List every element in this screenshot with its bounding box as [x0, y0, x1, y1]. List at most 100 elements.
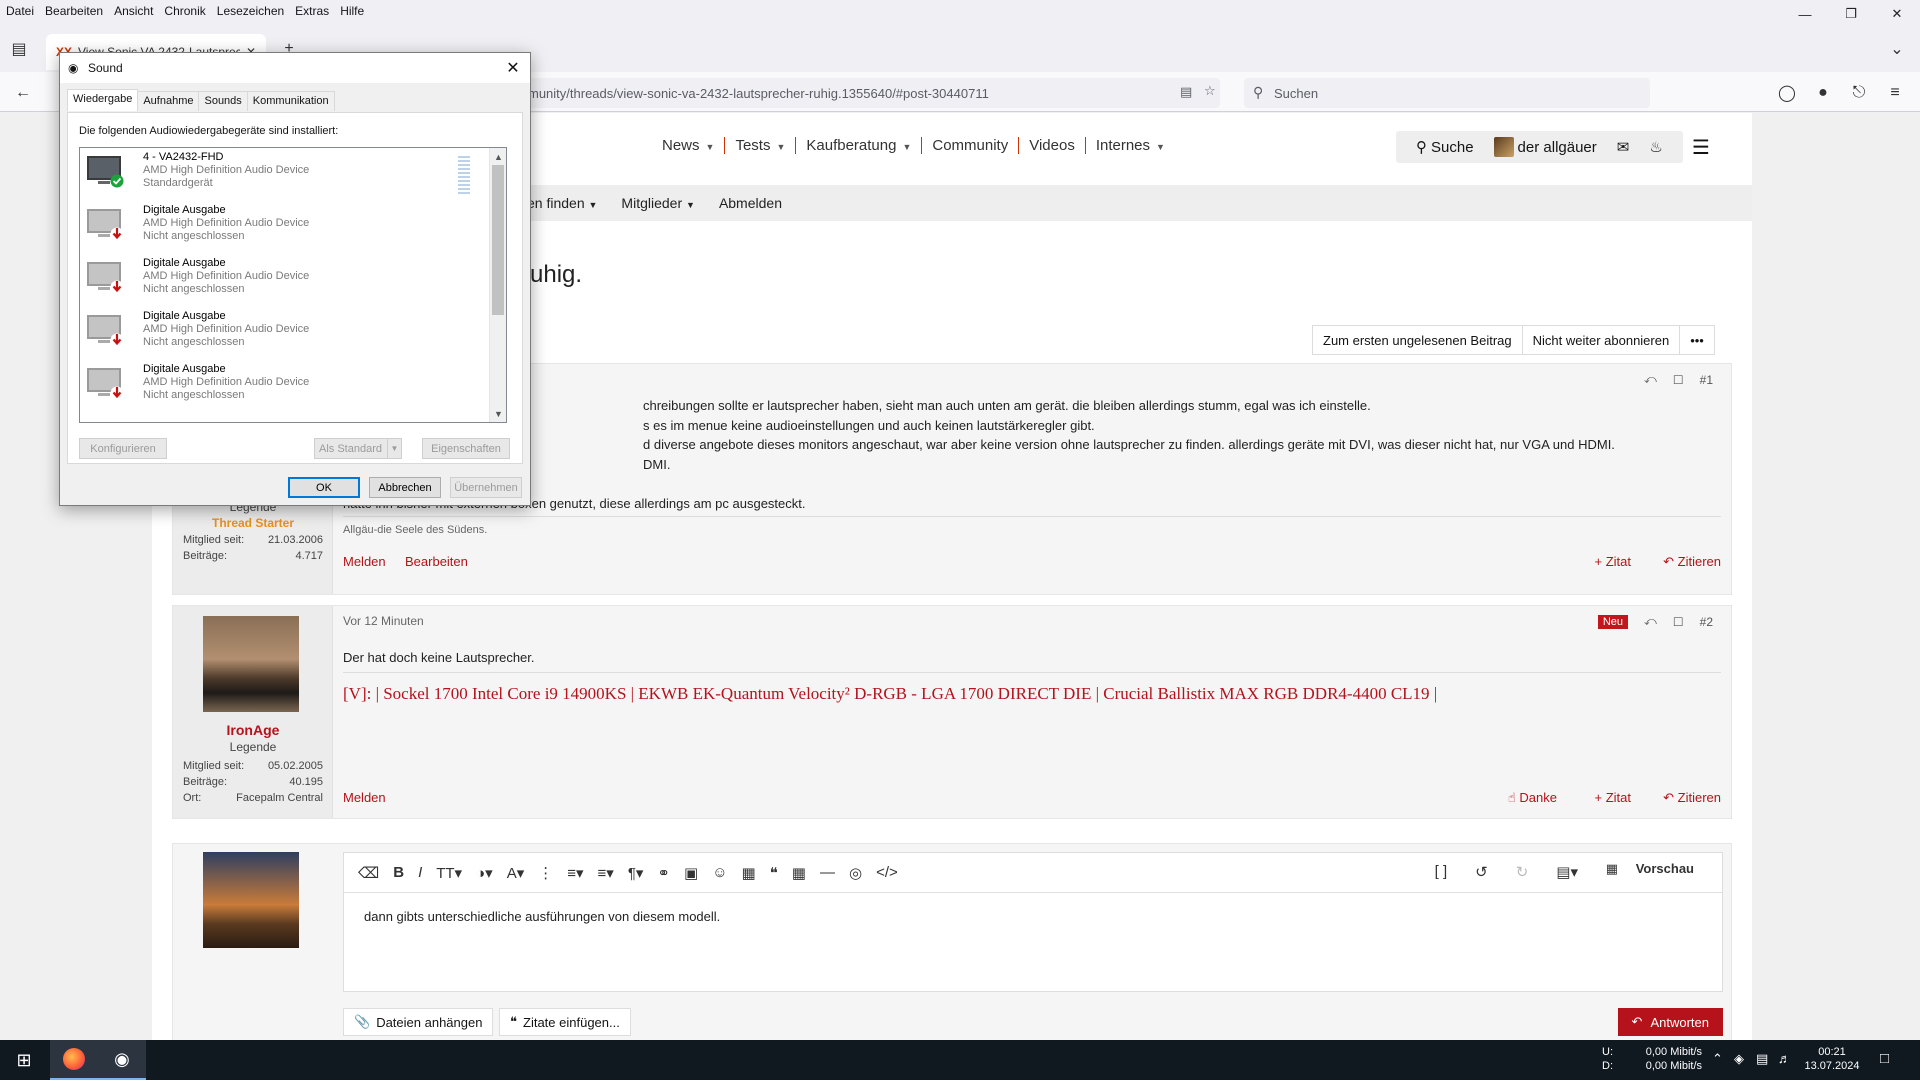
- share-icon[interactable]: ⤺: [1644, 372, 1657, 387]
- bold-icon[interactable]: B: [393, 864, 404, 881]
- properties-button[interactable]: Eigenschaften: [422, 438, 510, 459]
- configure-button[interactable]: Konfigurieren: [79, 438, 167, 459]
- url-bar[interactable]: munity/threads/view-sonic-va-2432-lautsp…: [480, 78, 1220, 108]
- extensions-icon[interactable]: ⎋: [1846, 80, 1872, 106]
- attach-files-button[interactable]: 📎 Dateien anhängen: [343, 1008, 494, 1036]
- align-icon[interactable]: ≡▾: [598, 864, 614, 882]
- nav-community[interactable]: Community: [922, 137, 1020, 154]
- post-username[interactable]: IronAge: [173, 722, 333, 738]
- undo-icon[interactable]: ↺: [1475, 863, 1488, 881]
- site-search-button[interactable]: ⚲ Suche: [1416, 138, 1474, 157]
- device-item[interactable]: 4 - VA2432-FHD AMD High Definition Audio…: [80, 148, 490, 201]
- font-size-icon[interactable]: TT▾: [436, 864, 462, 882]
- post-time[interactable]: Vor 12 Minuten: [343, 614, 424, 628]
- edit-link[interactable]: Bearbeiten: [405, 554, 468, 569]
- apply-button[interactable]: Übernehmen: [450, 477, 522, 498]
- menu-icon[interactable]: ≡: [1882, 80, 1908, 106]
- device-item[interactable]: Digitale Ausgabe AMD High Definition Aud…: [80, 201, 490, 254]
- report-link[interactable]: Melden: [343, 790, 386, 805]
- search-bar[interactable]: ⚲ Suchen: [1244, 78, 1650, 108]
- scroll-down-icon[interactable]: ▼: [490, 405, 506, 422]
- share-icon[interactable]: ⤺: [1644, 614, 1657, 629]
- menu-extras[interactable]: Extras: [289, 4, 334, 18]
- add-quote-link[interactable]: + Zitat: [1595, 790, 1632, 805]
- more-options-button[interactable]: •••: [1680, 326, 1714, 354]
- nav-videos[interactable]: Videos: [1019, 137, 1086, 154]
- paragraph-icon[interactable]: ¶▾: [628, 864, 644, 882]
- reader-icon[interactable]: ▤: [1180, 84, 1192, 100]
- menu-lesezeichen[interactable]: Lesezeichen: [211, 4, 289, 18]
- notifications-icon[interactable]: □: [1880, 1050, 1889, 1067]
- close-icon[interactable]: ✕: [500, 55, 526, 81]
- ok-button[interactable]: OK: [288, 477, 360, 498]
- subnav-finden[interactable]: en finden ▼: [527, 195, 597, 211]
- drafts-icon[interactable]: ▤▾: [1556, 863, 1578, 881]
- nav-news[interactable]: News ▼: [652, 137, 726, 154]
- back-icon[interactable]: ←: [10, 80, 36, 106]
- restore-icon[interactable]: ❐: [1828, 0, 1874, 28]
- envelope-icon[interactable]: ✉: [1617, 138, 1630, 156]
- post-index[interactable]: #1: [1700, 373, 1713, 387]
- close-icon[interactable]: ✕: [1874, 0, 1920, 28]
- device-item[interactable]: Digitale Ausgabe AMD High Definition Aud…: [80, 360, 490, 413]
- defender-icon[interactable]: ◈: [1734, 1051, 1744, 1067]
- minimize-icon[interactable]: —: [1782, 0, 1828, 28]
- bell-icon[interactable]: ♨: [1649, 138, 1662, 156]
- redo-icon[interactable]: ↻: [1516, 863, 1529, 881]
- link-icon[interactable]: ⚭: [657, 864, 670, 882]
- tab-list-icon[interactable]: ▤: [6, 36, 32, 62]
- scrollbar[interactable]: ▲ ▼: [489, 148, 506, 422]
- fullscreen-icon[interactable]: [ ]: [1435, 863, 1448, 881]
- like-link[interactable]: ☝ Danke: [1508, 790, 1557, 806]
- menu-ansicht[interactable]: Ansicht: [108, 4, 158, 18]
- scroll-up-icon[interactable]: ▲: [490, 148, 506, 165]
- add-quote-link[interactable]: + Zitat: [1595, 554, 1632, 569]
- pocket-icon[interactable]: ◯: [1774, 80, 1800, 106]
- tab-kommunikation[interactable]: Kommunikation: [246, 91, 335, 111]
- editor-text[interactable]: dann gibts unterschiedliche ausführungen…: [364, 909, 720, 924]
- unsubscribe-button[interactable]: Nicht weiter abonnieren: [1523, 326, 1681, 354]
- tab-sounds[interactable]: Sounds: [198, 91, 248, 111]
- quote-link[interactable]: ↶ Zitieren: [1663, 790, 1721, 806]
- quote-icon[interactable]: ❝: [770, 864, 778, 882]
- bookmark-icon[interactable]: ☐: [1673, 615, 1684, 629]
- chevron-up-icon[interactable]: ⌃: [1712, 1051, 1723, 1067]
- device-item[interactable]: Digitale Ausgabe AMD High Definition Aud…: [80, 254, 490, 307]
- post-index[interactable]: #2: [1700, 615, 1713, 629]
- windows-start-icon[interactable]: ⊞: [0, 1040, 48, 1080]
- device-item[interactable]: Digitale Ausgabe AMD High Definition Aud…: [80, 307, 490, 360]
- italic-icon[interactable]: I: [418, 864, 422, 881]
- cancel-button[interactable]: Abbrechen: [369, 477, 441, 498]
- profile-icon[interactable]: ●: [1810, 80, 1836, 106]
- device-list[interactable]: 4 - VA2432-FHD AMD High Definition Audio…: [79, 147, 507, 423]
- horizontal-rule-icon[interactable]: —: [820, 864, 835, 881]
- post-signature[interactable]: [V]: | Sockel 1700 Intel Core i9 14900KS…: [343, 684, 1437, 704]
- emoji-icon[interactable]: ☺: [712, 864, 727, 881]
- menu-chronik[interactable]: Chronik: [158, 4, 210, 18]
- nav-tests[interactable]: Tests ▼: [725, 137, 797, 154]
- eraser-icon[interactable]: ⌫: [358, 864, 379, 882]
- more-vertical-icon[interactable]: ⋮: [538, 864, 553, 882]
- volume-icon[interactable]: ♬: [1778, 1051, 1791, 1066]
- menu-bearbeiten[interactable]: Bearbeiten: [39, 4, 108, 18]
- first-unread-button[interactable]: Zum ersten ungelesenen Beitrag: [1313, 326, 1523, 354]
- insert-quotes-button[interactable]: ❝ Zitate einfügen...: [499, 1008, 631, 1036]
- quote-link[interactable]: ↶ Zitieren: [1663, 554, 1721, 570]
- preview-button[interactable]: ▦ Vorschau: [1606, 861, 1708, 877]
- set-default-button[interactable]: Als Standard ▼: [314, 438, 402, 459]
- spoiler-icon[interactable]: ◎: [849, 864, 862, 882]
- nav-internes[interactable]: Internes ▼: [1086, 137, 1175, 154]
- hamburger-icon[interactable]: ☰: [1692, 135, 1710, 160]
- tab-wiedergabe[interactable]: Wiedergabe: [67, 89, 139, 111]
- menu-hilfe[interactable]: Hilfe: [334, 4, 369, 18]
- subnav-mitglieder[interactable]: Mitglieder ▼: [621, 195, 695, 211]
- font-family-icon[interactable]: A▾: [507, 864, 525, 882]
- nav-kaufberatung[interactable]: Kaufberatung ▼: [796, 137, 923, 154]
- chevron-down-icon[interactable]: ⌄: [1884, 36, 1910, 62]
- network-icon[interactable]: ▤: [1756, 1051, 1768, 1067]
- media-icon[interactable]: ▦: [742, 864, 756, 882]
- sound-app-icon[interactable]: ◉: [98, 1040, 146, 1080]
- menu-datei[interactable]: Datei: [0, 4, 39, 18]
- subnav-abmelden[interactable]: Abmelden: [719, 195, 782, 211]
- palette-icon[interactable]: ◑▾: [476, 864, 493, 882]
